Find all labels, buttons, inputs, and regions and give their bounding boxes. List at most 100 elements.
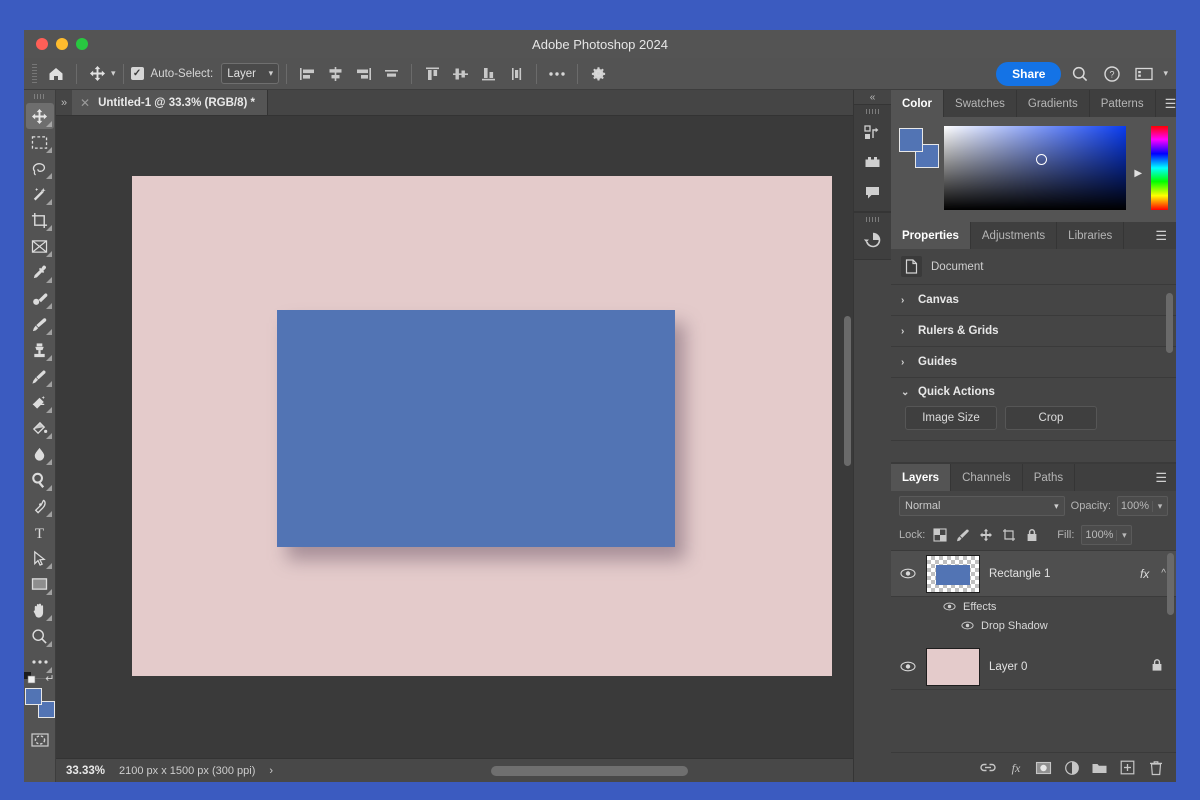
rectangle-shape[interactable]	[277, 310, 675, 547]
brush-tool[interactable]	[26, 311, 54, 337]
chevron-right-icon[interactable]: ›	[269, 765, 273, 777]
rectangle-tool[interactable]	[26, 571, 54, 597]
swap-colors-icon[interactable]: ↵	[45, 672, 54, 685]
layer-effects-badge[interactable]: fx	[1140, 567, 1152, 581]
close-window-button[interactable]	[36, 38, 48, 50]
tab-gradients[interactable]: Gradients	[1017, 90, 1090, 117]
layer-name[interactable]: Layer 0	[989, 661, 1142, 673]
layer-effects-group[interactable]: Effects	[891, 597, 1176, 616]
adjustment-layer-icon[interactable]	[1063, 759, 1080, 776]
layer-thumbnail[interactable]	[926, 648, 980, 686]
tab-adjustments[interactable]: Adjustments	[971, 222, 1057, 249]
foreground-color-swatch[interactable]	[25, 688, 42, 705]
layers-scrollbar-thumb[interactable]	[1167, 553, 1174, 615]
scrollbar-thumb[interactable]	[491, 766, 688, 776]
history-icon[interactable]	[858, 225, 888, 255]
properties-scrollbar-thumb[interactable]	[1166, 293, 1173, 353]
move-tool-icon[interactable]	[84, 62, 110, 86]
color-field-cursor[interactable]	[1036, 154, 1047, 165]
home-icon[interactable]	[43, 62, 69, 86]
crop-tool[interactable]	[26, 207, 54, 233]
object-selection-tool[interactable]	[26, 181, 54, 207]
options-bar-grip[interactable]	[32, 64, 37, 84]
delete-layer-icon[interactable]	[1147, 759, 1164, 776]
history-brush-tool[interactable]	[26, 363, 54, 389]
tab-swatches[interactable]: Swatches	[944, 90, 1017, 117]
layer-visibility-toggle[interactable]	[899, 568, 917, 579]
active-tool-preset[interactable]: ▾	[84, 62, 116, 86]
layer-mask-icon[interactable]	[1035, 759, 1052, 776]
new-layer-icon[interactable]	[1119, 759, 1136, 776]
properties-section-rulers-grids[interactable]: › Rulers & Grids	[891, 315, 1176, 346]
comments-icon[interactable]	[858, 177, 888, 207]
hand-tool[interactable]	[26, 597, 54, 623]
effect-visibility-toggle[interactable]	[961, 621, 974, 630]
align-left-edges-icon[interactable]	[294, 62, 320, 86]
path-selection-tool[interactable]	[26, 545, 54, 571]
new-group-icon[interactable]	[1091, 759, 1108, 776]
help-icon[interactable]: ?	[1099, 62, 1125, 86]
color-field[interactable]	[944, 126, 1126, 210]
actions-icon[interactable]	[858, 117, 888, 147]
more-options-icon[interactable]	[544, 62, 570, 86]
layer-thumbnail[interactable]	[926, 555, 980, 593]
tab-color[interactable]: Color	[891, 90, 944, 117]
distribute-vertical-icon[interactable]	[503, 62, 529, 86]
quick-actions-header[interactable]: ⌄ Quick Actions	[901, 386, 1166, 398]
align-right-edges-icon[interactable]	[350, 62, 376, 86]
collapse-panels-icon[interactable]: «	[854, 90, 891, 104]
dock-grip[interactable]	[866, 109, 880, 114]
scrollbar-thumb[interactable]	[844, 316, 851, 466]
document-tab[interactable]: ✕ Untitled-1 @ 33.3% (RGB/8) *	[72, 90, 268, 115]
zoom-tool[interactable]	[26, 623, 54, 649]
pen-tool[interactable]	[26, 493, 54, 519]
layer-visibility-toggle[interactable]	[899, 661, 917, 672]
dock-grip[interactable]	[866, 217, 880, 222]
default-colors-icon[interactable]	[24, 671, 36, 689]
lock-all-icon[interactable]	[1024, 527, 1040, 543]
distribute-horizontal-icon[interactable]	[378, 62, 404, 86]
tab-patterns[interactable]: Patterns	[1090, 90, 1156, 117]
hue-slider[interactable]	[1151, 126, 1168, 210]
canvas-horizontal-scrollbar[interactable]	[479, 765, 851, 777]
blur-tool[interactable]	[26, 441, 54, 467]
lock-transparent-pixels-icon[interactable]	[932, 527, 948, 543]
share-button[interactable]: Share	[996, 62, 1061, 86]
zoom-window-button[interactable]	[76, 38, 88, 50]
align-horizontal-centers-icon[interactable]	[322, 62, 348, 86]
tab-layers[interactable]: Layers	[891, 464, 951, 491]
tab-paths[interactable]: Paths	[1023, 464, 1075, 491]
gradient-tool[interactable]	[26, 415, 54, 441]
minimize-window-button[interactable]	[56, 38, 68, 50]
effects-visibility-toggle[interactable]	[943, 602, 956, 611]
align-vertical-centers-icon[interactable]	[447, 62, 473, 86]
tab-libraries[interactable]: Libraries	[1057, 222, 1124, 249]
panel-menu-icon[interactable]: ☰	[1156, 90, 1176, 117]
frame-tool[interactable]	[26, 233, 54, 259]
table-row[interactable]: Rectangle 1 fx ^	[891, 551, 1176, 597]
close-icon[interactable]: ✕	[80, 96, 90, 110]
opacity-field[interactable]: 100% ▾	[1117, 496, 1168, 516]
lock-artboard-nesting-icon[interactable]	[1001, 527, 1017, 543]
chevron-down-icon[interactable]: ▾	[1163, 68, 1168, 79]
workspace-icon[interactable]	[1131, 62, 1157, 86]
search-icon[interactable]	[1067, 62, 1093, 86]
layer-style-icon[interactable]: fx	[1007, 759, 1024, 776]
image-size-button[interactable]: Image Size	[905, 406, 997, 430]
tools-panel-grip[interactable]	[34, 94, 46, 99]
foreground-color-swatch[interactable]	[899, 128, 923, 152]
lock-position-icon[interactable]	[978, 527, 994, 543]
auto-select-scope-select[interactable]: Layer ▾	[221, 63, 279, 84]
auto-select-checkbox[interactable]: ✓	[131, 67, 144, 80]
panel-menu-icon[interactable]: ☰	[1146, 222, 1176, 249]
crop-button[interactable]: Crop	[1005, 406, 1097, 430]
align-top-edges-icon[interactable]	[419, 62, 445, 86]
libraries-icon[interactable]	[858, 147, 888, 177]
rectangular-marquee-tool[interactable]	[26, 129, 54, 155]
chevron-down-icon[interactable]: ▾	[111, 68, 116, 79]
canvas-stage[interactable]	[56, 116, 853, 758]
layer-effect-drop-shadow[interactable]: Drop Shadow	[891, 616, 1176, 635]
quick-mask-icon[interactable]	[29, 730, 51, 750]
chevron-down-icon[interactable]: ▾	[1152, 501, 1167, 512]
canvas-vertical-scrollbar[interactable]	[843, 116, 852, 758]
